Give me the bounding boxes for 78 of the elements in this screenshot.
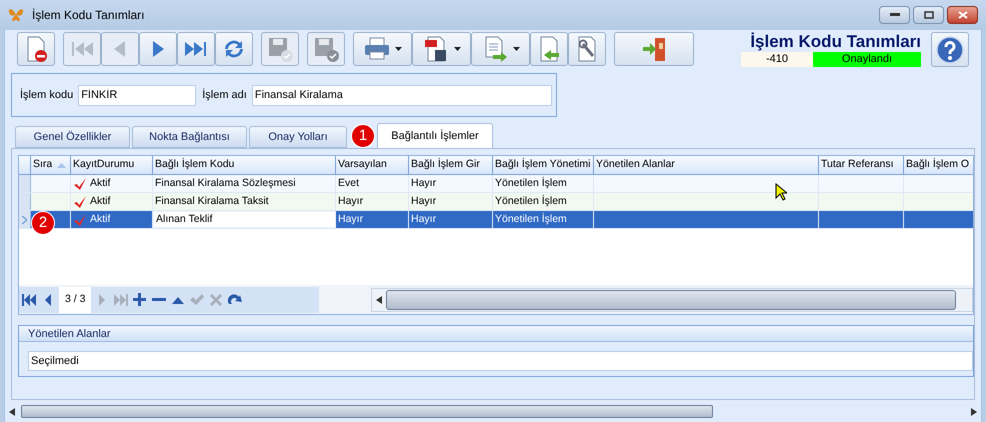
caret-icon xyxy=(454,47,461,51)
table-cell-text: Yönetilen İşlem xyxy=(495,212,567,227)
column-header[interactable]: Yönetilen Alanlar xyxy=(594,156,819,174)
record-code: -410 xyxy=(741,52,813,67)
minimize-icon xyxy=(890,13,900,17)
next-button[interactable] xyxy=(139,32,177,66)
mouse-cursor-icon xyxy=(775,183,787,201)
help-button[interactable] xyxy=(931,32,969,67)
column-header[interactable]: Bağlı İşlem Gir xyxy=(409,156,493,174)
table-cell-text: Aktif xyxy=(90,194,110,209)
scroll-right-icon[interactable] xyxy=(971,408,977,416)
column-header[interactable]: Tutar Referansı xyxy=(819,156,904,174)
table-cell-text: Evet xyxy=(338,176,360,191)
tab[interactable]: Genel Özellikler xyxy=(15,126,130,148)
table-cell-text: Yönetilen İşlem xyxy=(495,194,567,209)
tools-button[interactable] xyxy=(568,32,606,66)
table-cell-text: Hayır xyxy=(338,194,364,209)
table-cell-text: Aktif xyxy=(90,176,110,191)
column-header[interactable]: Bağlı İşlem Kodu xyxy=(153,156,336,174)
field-label: İşlem adı xyxy=(202,88,247,103)
table-cell-text: Aktif xyxy=(90,212,110,227)
pdf-button[interactable] xyxy=(412,32,471,66)
scrollbar-thumb[interactable] xyxy=(386,290,956,310)
restore-icon xyxy=(924,11,934,19)
save-icon xyxy=(266,35,294,63)
window-scrollbar[interactable] xyxy=(9,404,977,419)
scroll-left-icon[interactable] xyxy=(9,408,15,416)
caret-icon xyxy=(513,47,520,51)
column-header[interactable]: KayıtDurumu xyxy=(71,156,153,174)
table-cell-text: Finansal Kiralama Sözleşmesi xyxy=(155,176,296,191)
record-position: 3 / 3 xyxy=(59,286,92,312)
table-cell-text: Finansal Kiralama Taksit xyxy=(155,194,269,209)
annotation-marker: 1 xyxy=(351,124,375,148)
tab[interactable]: Bağlantılı İşlemler xyxy=(377,123,493,148)
table-row[interactable]: Aktif Finansal Kiralama Sözleşmesi Evet Hayır Yönetilen İşlem xyxy=(19,175,973,193)
table-cell-text: Hayır xyxy=(338,212,364,227)
field-label: İşlem kodu xyxy=(20,88,74,103)
maximize-button[interactable] xyxy=(913,6,944,24)
first-icon[interactable] xyxy=(21,292,37,308)
scrollbar-thumb[interactable] xyxy=(21,405,713,418)
minimize-button[interactable] xyxy=(879,6,910,24)
sort-ascending-icon xyxy=(57,162,66,168)
text-field[interactable]: Seçilmedi xyxy=(28,351,973,371)
butterfly-icon xyxy=(8,8,24,22)
help-icon xyxy=(936,36,964,64)
group-title: Yönetilen Alanlar xyxy=(19,326,973,342)
discard-icon xyxy=(312,35,340,63)
close-button[interactable] xyxy=(947,6,978,24)
refresh-button[interactable] xyxy=(215,32,253,66)
current-row-icon xyxy=(22,216,27,224)
scroll-left-icon[interactable] xyxy=(376,296,382,304)
table-cell-text: Alınan Teklif xyxy=(156,212,212,227)
last-button[interactable] xyxy=(177,32,215,66)
exit-door-icon xyxy=(640,35,668,63)
tab[interactable]: Nokta Bağlantısı xyxy=(132,126,247,148)
close-icon xyxy=(958,11,968,19)
text-field[interactable]: Finansal Kiralama xyxy=(252,84,552,106)
caret-icon xyxy=(395,47,402,51)
print-button[interactable] xyxy=(353,32,412,66)
table-cell-text: Hayır xyxy=(411,194,436,209)
table-cell-text: Hayır xyxy=(411,212,436,227)
approval-status: Onaylandı xyxy=(813,52,921,67)
exit-button[interactable] xyxy=(614,32,694,66)
column-header[interactable]: Sıra xyxy=(31,156,71,174)
horizontal-scrollbar[interactable] xyxy=(371,288,973,312)
add-icon[interactable] xyxy=(132,292,148,308)
tab[interactable]: Onay Yolları xyxy=(249,126,347,148)
table-cell-text: Yönetilen İşlem xyxy=(495,176,567,191)
column-header[interactable]: Bağlı İşlem O xyxy=(904,156,973,174)
form-title: İşlem Kodu Tanımları xyxy=(750,32,921,52)
window-title: İşlem Kodu Tanımları xyxy=(32,7,144,24)
column-header[interactable]: Bağlı İşlem Yönetimi xyxy=(493,156,594,174)
table-row[interactable]: Aktif Finansal Kiralama Taksit Hayır Hayır Yönetilen İşlem xyxy=(19,193,973,211)
table-cell-text: Hayır xyxy=(411,176,436,191)
column-header[interactable]: Varsayılan xyxy=(336,156,409,174)
import-button[interactable] xyxy=(530,32,568,66)
annotation-marker: 2 xyxy=(31,211,55,235)
delete-button[interactable] xyxy=(17,32,55,66)
